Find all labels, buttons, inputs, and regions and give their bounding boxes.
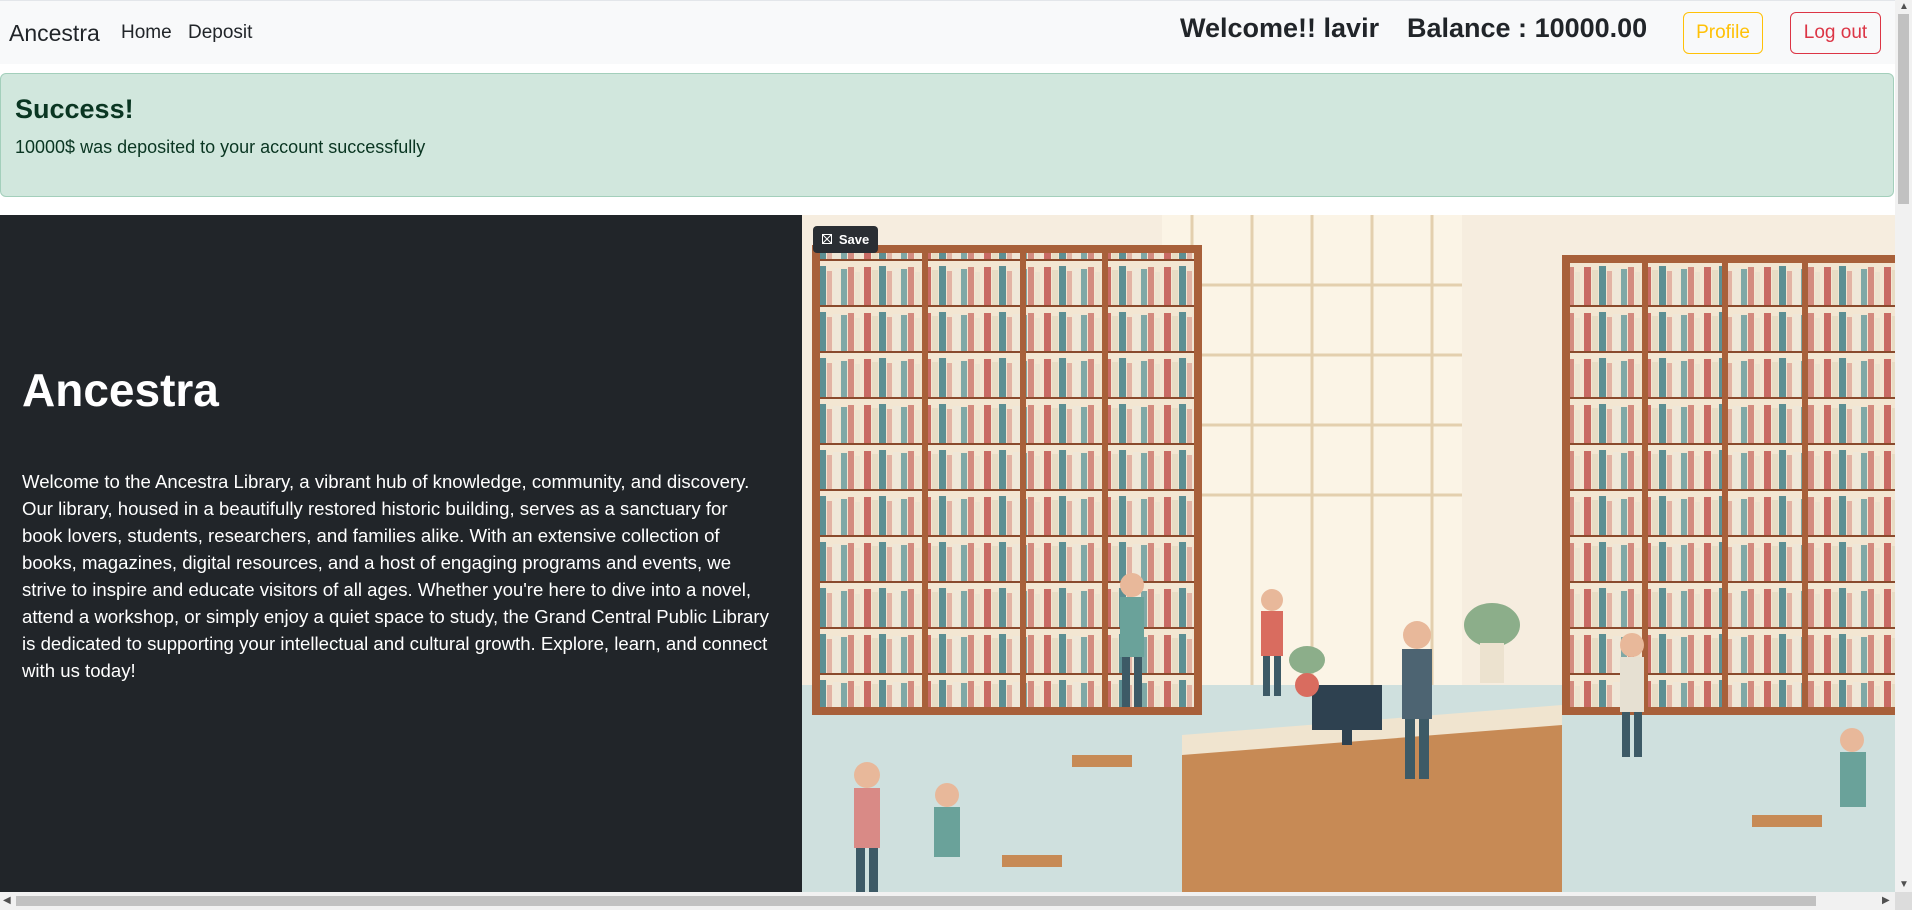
scroll-right-arrow-icon[interactable]: ▶ (1882, 895, 1890, 906)
horizontal-scrollbar-thumb[interactable] (16, 896, 1816, 906)
navbar: Ancestra Home Deposit Welcome!! lavir Ba… (0, 0, 1895, 64)
welcome-text: Welcome!! lavir (1180, 13, 1380, 43)
hero-title: Ancestra (22, 364, 219, 416)
hero-description: Welcome to the Ancestra Library, a vibra… (22, 471, 769, 681)
library-illustration-icon (802, 215, 1895, 892)
profile-button[interactable]: Profile (1683, 12, 1763, 54)
balance-label: Balance : (1407, 13, 1528, 43)
library-image (802, 215, 1895, 892)
balance-value: 10000.00 (1534, 13, 1648, 43)
logout-button[interactable]: Log out (1790, 12, 1881, 54)
scroll-up-arrow-icon[interactable]: ▲ (1899, 1, 1909, 12)
scroll-down-arrow-icon[interactable]: ▼ (1899, 879, 1909, 890)
scrollbar-corner (1895, 892, 1912, 910)
success-alert: Success! 10000$ was deposited to your ac… (0, 73, 1894, 197)
hero-panel: Ancestra Welcome to the Ancestra Library… (0, 215, 802, 892)
nav-link-home[interactable]: Home (121, 22, 172, 44)
alert-title: Success! (15, 94, 134, 124)
save-label: Save (838, 232, 870, 247)
alert-message: 10000$ was deposited to your account suc… (15, 137, 426, 157)
navbar-brand[interactable]: Ancestra (9, 20, 100, 47)
scroll-left-arrow-icon[interactable]: ◀ (3, 895, 11, 906)
nav-link-deposit[interactable]: Deposit (188, 22, 252, 44)
balance-display: Balance : 10000.00 (1407, 13, 1647, 44)
save-icon (821, 232, 832, 247)
save-image-button[interactable]: Save (813, 226, 878, 253)
vertical-scrollbar-thumb[interactable] (1898, 14, 1909, 204)
